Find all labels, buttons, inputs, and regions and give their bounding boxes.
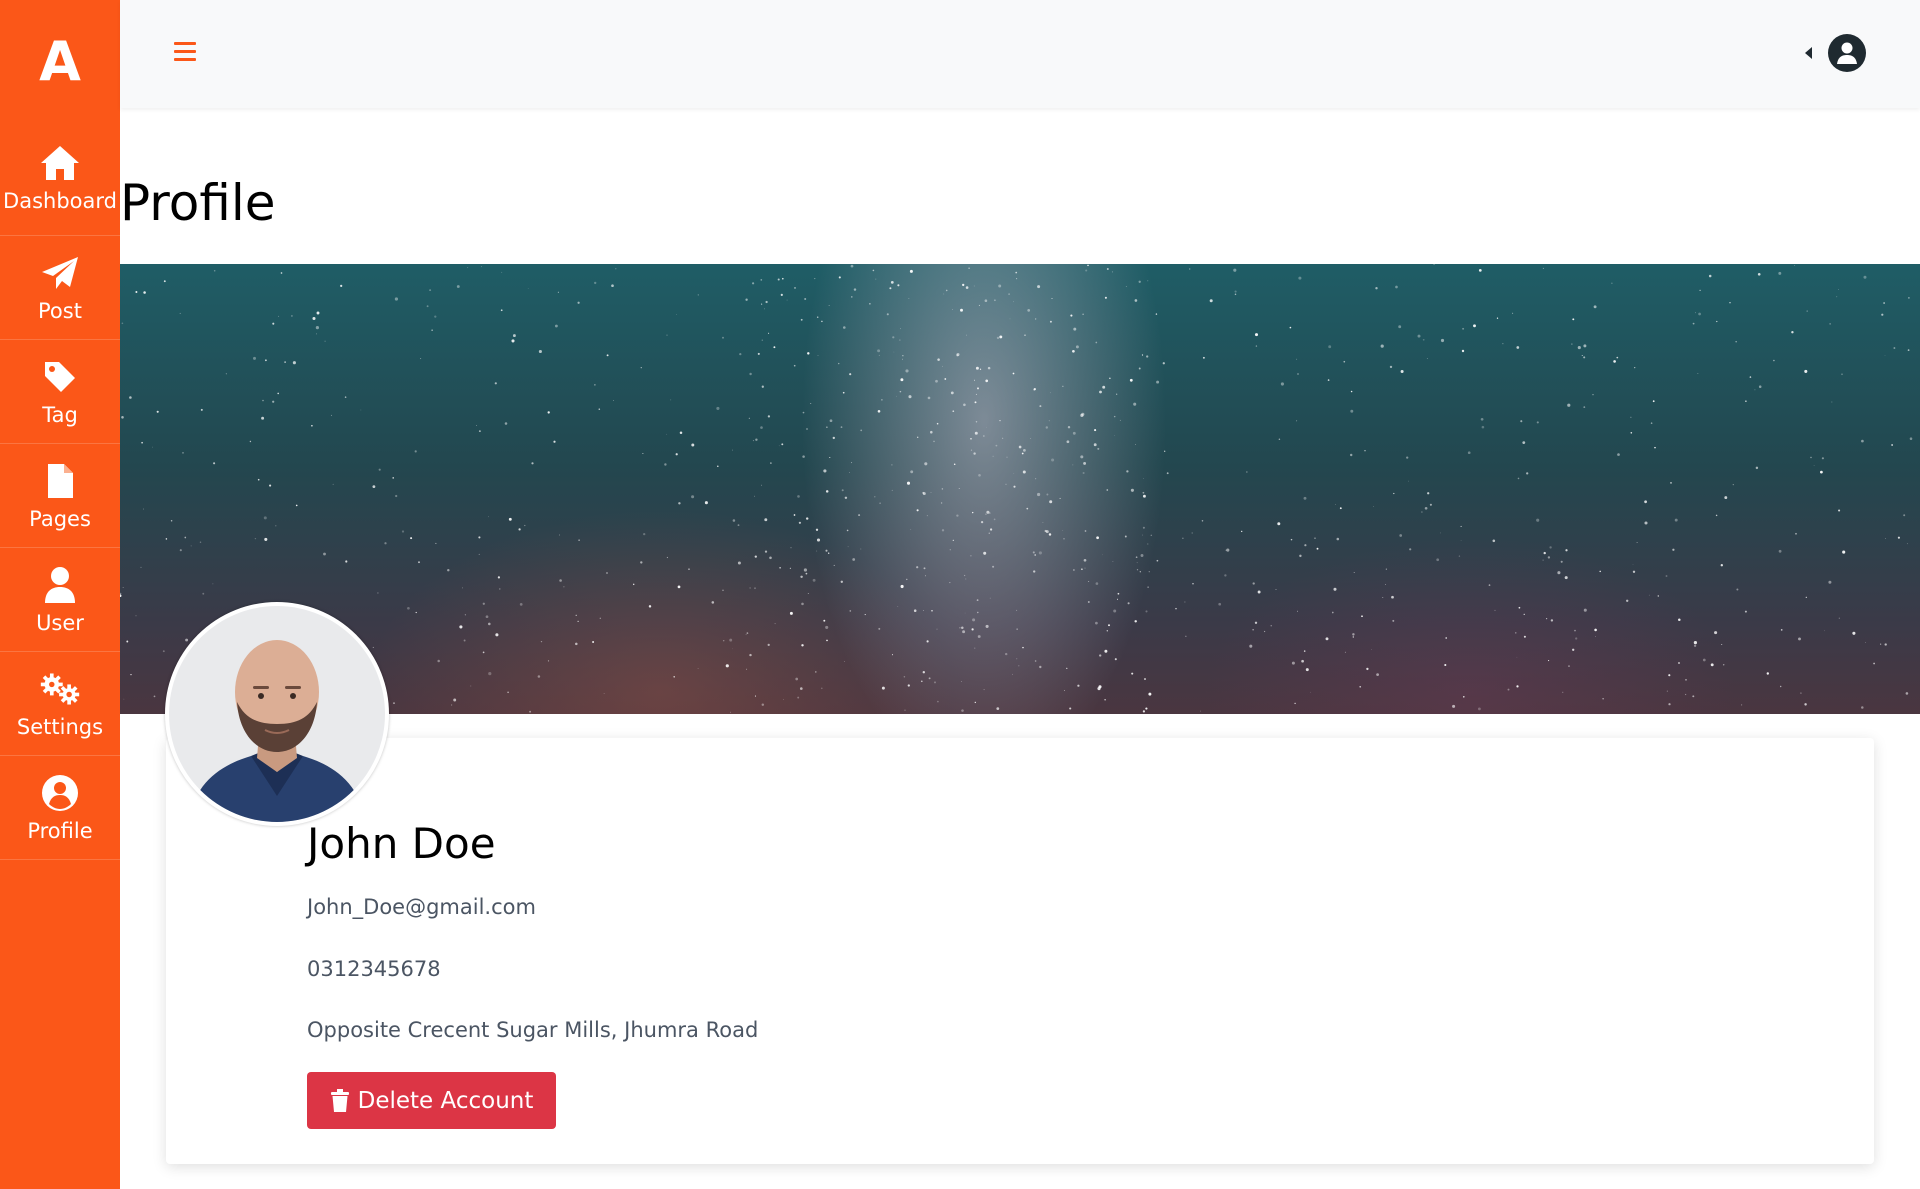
profile-name: John Doe: [307, 819, 496, 868]
user-icon: [39, 564, 81, 606]
profile-email: John_Doe@gmail.com: [307, 895, 536, 919]
svg-text:A: A: [39, 36, 81, 84]
sidebar-item-label: Pages: [29, 506, 91, 531]
home-icon: [39, 142, 81, 184]
topbar: [120, 0, 1920, 108]
user-circle-icon: [1828, 34, 1866, 72]
tag-icon: [39, 356, 81, 398]
trash-icon: [330, 1088, 350, 1113]
sidebar-item-settings[interactable]: Settings: [0, 652, 120, 756]
caret-left-icon: [1805, 47, 1812, 59]
user-circle-icon: [39, 772, 81, 814]
gears-icon: [39, 668, 81, 710]
page-title: Profile: [120, 174, 276, 232]
sidebar: A Dashboard Post Tag Pages User Settings…: [0, 0, 120, 1189]
sidebar-item-user[interactable]: User: [0, 548, 120, 652]
sidebar-item-dashboard[interactable]: Dashboard: [0, 120, 120, 236]
sidebar-item-profile[interactable]: Profile: [0, 756, 120, 860]
sidebar-item-label: Tag: [42, 402, 78, 427]
sidebar-item-tag[interactable]: Tag: [0, 340, 120, 444]
sidebar-nav: Dashboard Post Tag Pages User Settings P…: [0, 120, 120, 860]
file-icon: [39, 460, 81, 502]
sidebar-item-label: Profile: [27, 818, 93, 843]
sidebar-item-post[interactable]: Post: [0, 236, 120, 340]
logo-a-icon: A: [39, 36, 81, 84]
brand-logo[interactable]: A: [0, 0, 120, 120]
sidebar-item-label: Post: [38, 298, 82, 323]
delete-account-label: Delete Account: [357, 1087, 534, 1114]
profile-address: Opposite Crecent Sugar Mills, Jhumra Roa…: [307, 1018, 759, 1042]
user-menu-toggle[interactable]: [1805, 34, 1866, 72]
hamburger-icon[interactable]: [174, 42, 196, 62]
sidebar-item-label: User: [36, 610, 84, 635]
profile-avatar: [165, 602, 389, 826]
delete-account-button[interactable]: Delete Account: [307, 1072, 556, 1129]
starfield: [120, 264, 1913, 713]
sidebar-item-pages[interactable]: Pages: [0, 444, 120, 548]
paper-plane-icon: [39, 252, 81, 294]
sidebar-item-label: Settings: [16, 714, 104, 739]
sidebar-item-label: Dashboard: [3, 188, 117, 213]
profile-photo-illustration: [169, 606, 385, 822]
profile-phone: 0312345678: [307, 957, 441, 981]
cover-image: [120, 264, 1920, 714]
